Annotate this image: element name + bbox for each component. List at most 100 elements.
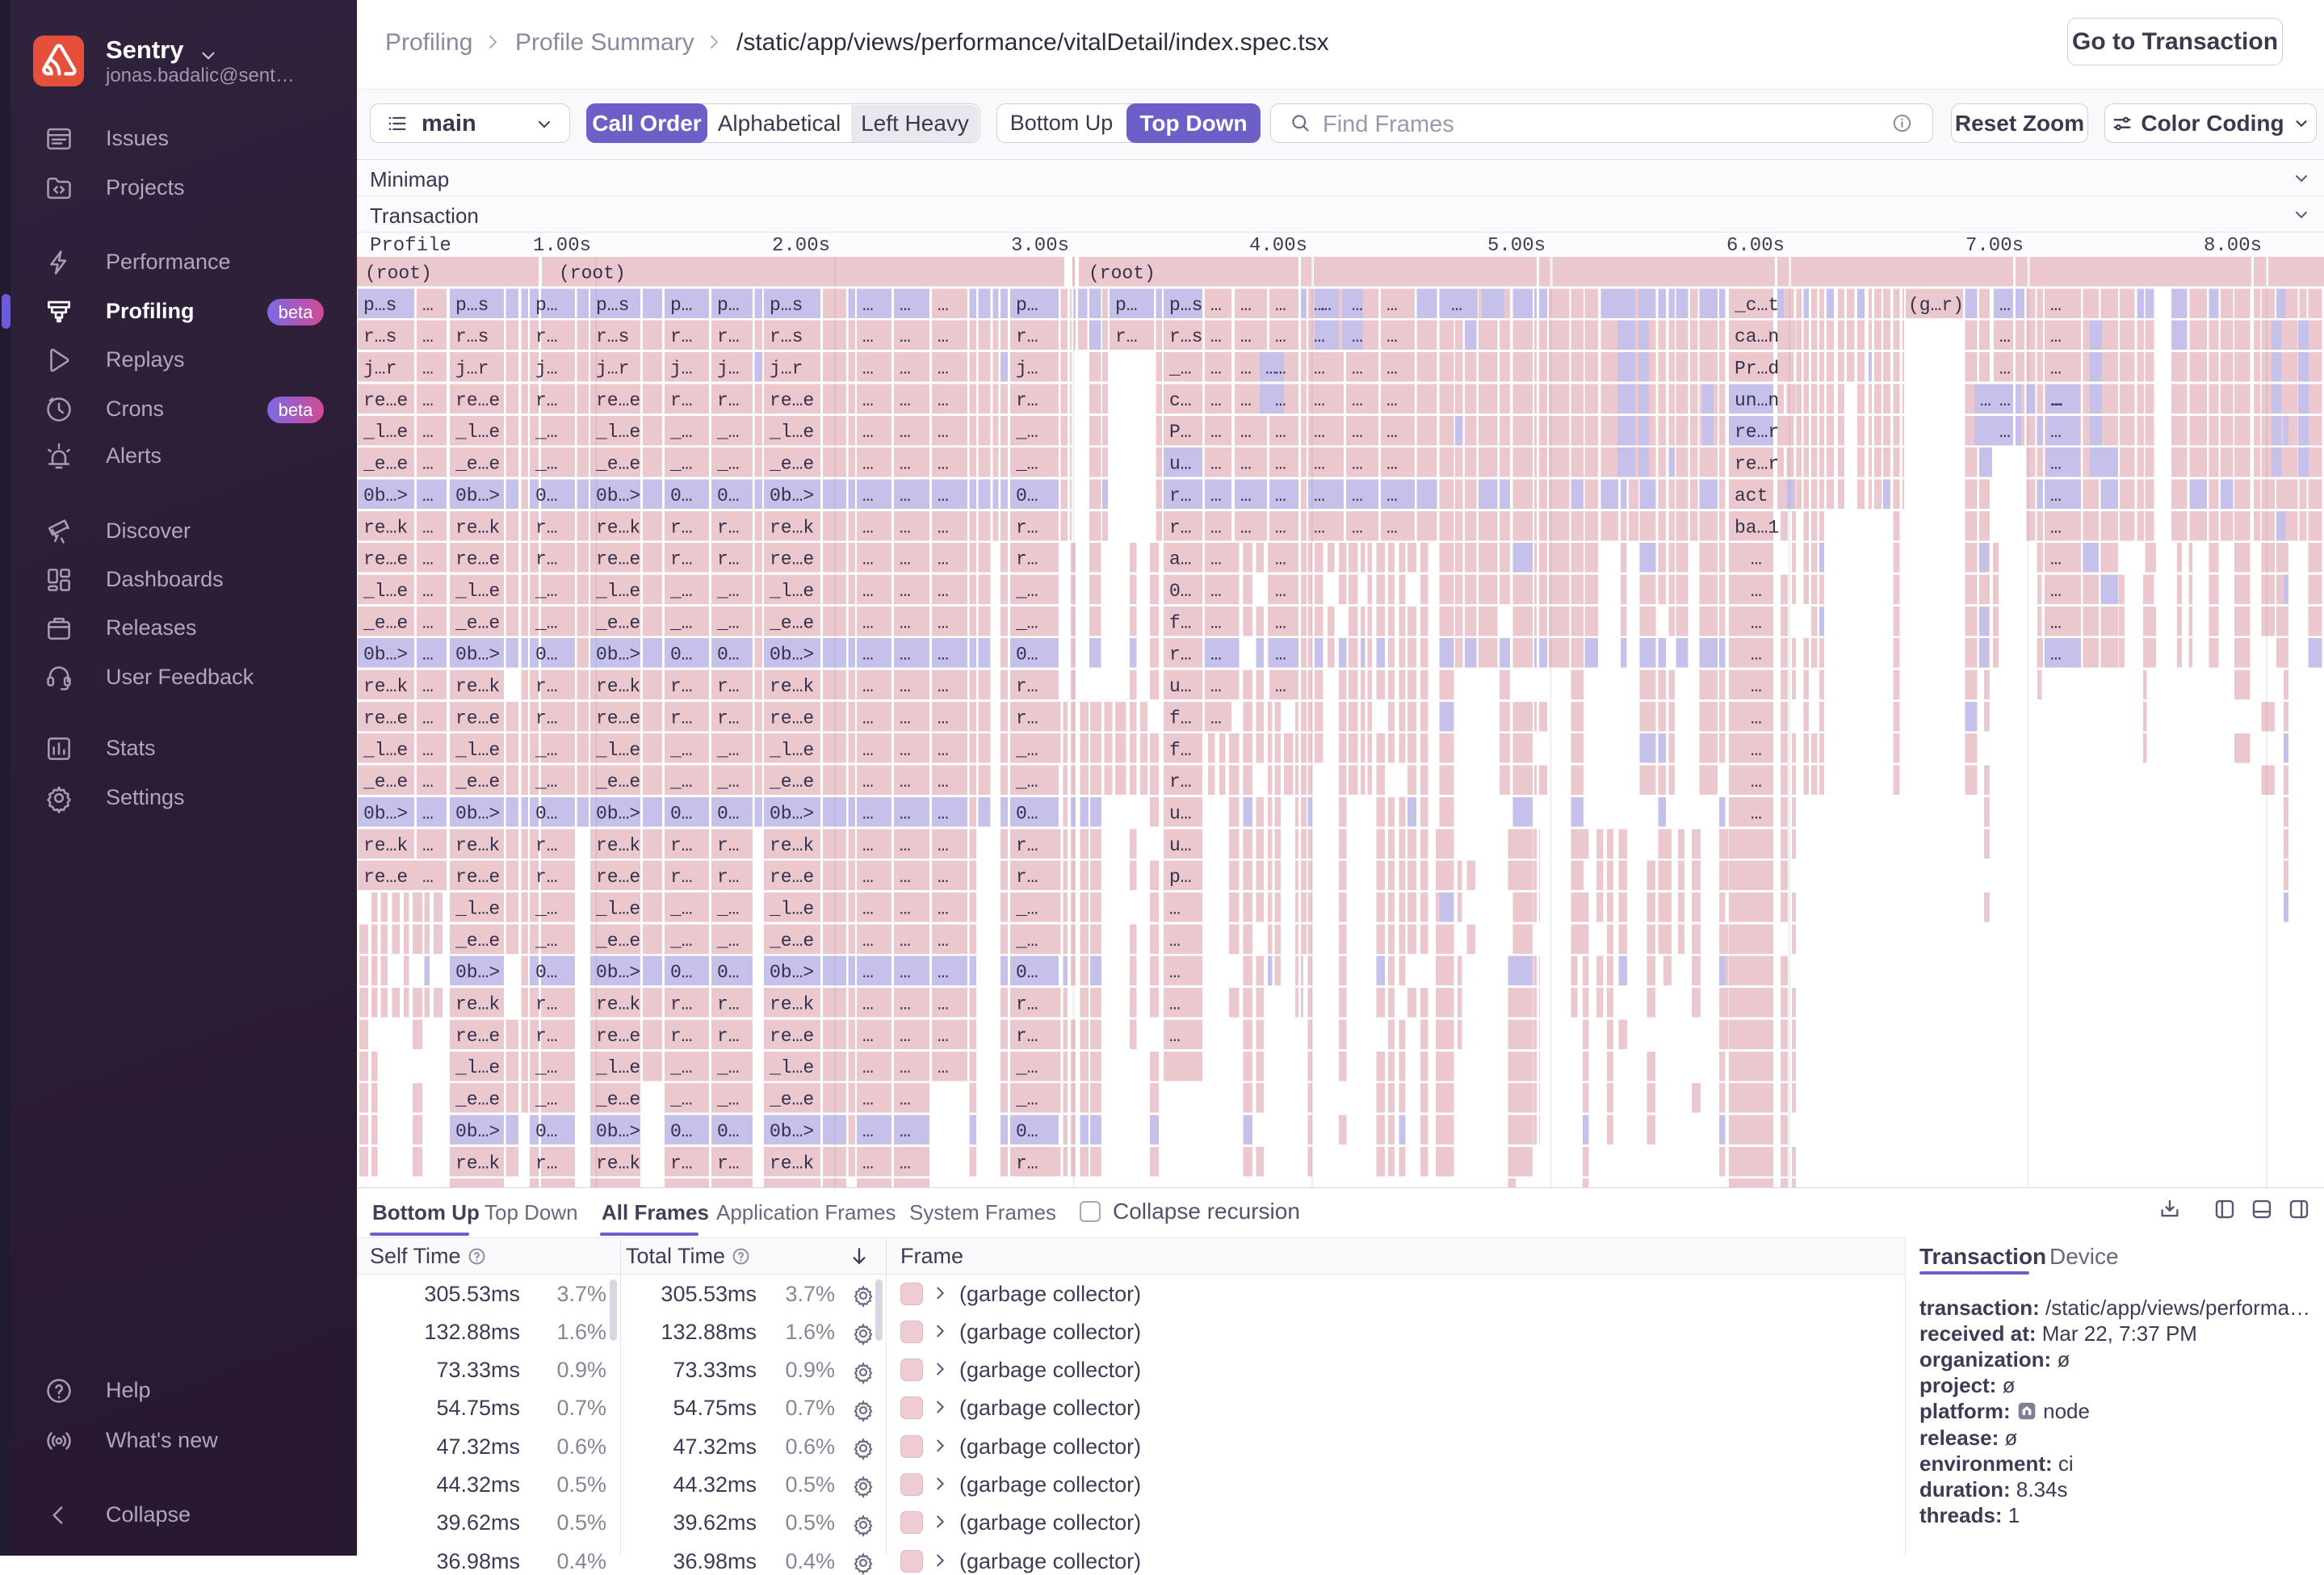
svg-text:…: … [938,517,949,538]
svg-text:(root): (root) [559,263,626,284]
svg-text:…: … [1999,422,2011,443]
svg-text:j…: j… [670,359,693,380]
svg-text:r…s: r…s [770,326,803,347]
svg-text:…: … [1169,930,1181,951]
svg-text:…: … [1320,295,1332,316]
svg-text:…: … [938,835,949,856]
svg-text:…: … [938,645,949,666]
svg-text:r…s: r…s [455,326,489,347]
svg-text:re…k: re…k [596,517,640,538]
svg-text:_…: _… [1015,930,1038,951]
svg-text:_…: _… [716,612,740,633]
svg-text:r…: r… [717,835,740,856]
svg-text:_…: _… [535,581,558,602]
svg-text:…: … [900,454,911,475]
svg-text:…: … [862,422,874,443]
svg-text:f…: f… [1169,708,1192,729]
svg-text:_…: _… [669,930,693,951]
svg-text:…: … [938,804,949,825]
svg-text:…: … [1240,517,1252,538]
svg-text:r…: r… [535,1026,558,1047]
svg-text:_…: _… [535,612,558,633]
svg-text:Pr…d: Pr…d [1735,359,1779,380]
svg-text:_e…e: _e…e [595,771,640,792]
svg-text:re…e: re…e [455,549,500,570]
svg-text:_e…e: _e…e [455,1090,500,1111]
svg-text:re…k: re…k [596,676,640,697]
svg-text:re…e: re…e [596,390,640,411]
svg-text:…: … [2052,390,2063,411]
svg-text:_l…e: _l…e [455,422,500,443]
svg-text:r…: r… [1016,326,1038,347]
svg-text:…: … [900,645,911,666]
svg-text:…: … [1275,645,1286,666]
svg-text:…: … [862,676,874,697]
svg-text:…: … [1275,422,1286,443]
svg-text:…: … [862,867,874,888]
svg-text:…: … [862,326,874,347]
svg-text:…: … [1451,295,1462,316]
svg-text:…: … [422,612,434,633]
svg-text:u…: u… [1169,835,1192,856]
svg-text:…: … [1275,359,1286,380]
svg-text:u…: u… [1169,804,1192,825]
svg-text:…: … [1352,390,1363,411]
svg-text:re…e: re…e [770,390,814,411]
svg-text:0…: 0… [717,485,740,506]
svg-text:(g…r): (g…r) [1908,295,1964,316]
svg-text:…: … [862,740,874,761]
svg-text:…: … [422,676,434,697]
svg-text:_…: _… [1015,771,1038,792]
svg-text:…: … [900,1121,911,1142]
svg-text:_…: _… [716,1057,740,1078]
svg-text:_l…e: _l…e [595,1057,640,1078]
svg-text:r…: r… [670,549,693,570]
svg-text:r…: r… [1016,676,1038,697]
svg-text:_…: _… [535,930,558,951]
svg-text:p…s: p…s [363,295,396,316]
svg-text:_e…e: _e…e [363,612,408,633]
svg-text:…: … [900,485,911,506]
svg-text:_…: _… [669,740,693,761]
svg-text:_…: _… [669,581,693,602]
svg-text:_…: _… [535,1090,558,1111]
svg-text:…: … [1210,708,1222,729]
svg-text:…: … [938,962,949,983]
svg-text:…: … [1314,390,1325,411]
svg-text:re…e: re…e [770,708,814,729]
svg-text:…: … [2050,549,2062,570]
svg-text:0b…>: 0b…> [596,1121,640,1142]
svg-text:…: … [862,645,874,666]
svg-text:…: … [900,962,911,983]
svg-text:…: … [862,1121,874,1142]
svg-text:r…s: r…s [1169,326,1202,347]
svg-text:…: … [422,295,434,316]
svg-text:f…: f… [1169,612,1192,633]
svg-text:…: … [1352,517,1363,538]
svg-text:…: … [938,899,949,920]
svg-text:…: … [900,326,911,347]
svg-text:…: … [1275,326,1286,347]
svg-text:re…e: re…e [596,1026,640,1047]
svg-text:…: … [1999,390,2011,411]
svg-text:…: … [1210,676,1222,697]
svg-text:…: … [1386,390,1398,411]
svg-text:act: act [1735,485,1768,506]
svg-text:_l…e: _l…e [455,899,500,920]
svg-text:…: … [1751,676,1762,697]
svg-text:r…: r… [535,676,558,697]
svg-text:…: … [1751,771,1762,792]
svg-text:r…: r… [1016,708,1038,729]
svg-text:0…: 0… [535,645,558,666]
svg-text:r…s: r…s [596,326,629,347]
svg-text:0b…>: 0b…> [770,485,814,506]
svg-text:r…: r… [670,708,693,729]
svg-text:…: … [900,899,911,920]
svg-text:r…: r… [1169,645,1192,666]
svg-text:_e…e: _e…e [363,454,408,475]
svg-text:re…r: re…r [1735,454,1779,475]
svg-text:j…r: j…r [770,359,803,380]
svg-text:_e…e: _e…e [769,771,814,792]
svg-text:_l…e: _l…e [455,581,500,602]
svg-text:…: … [2050,517,2062,538]
